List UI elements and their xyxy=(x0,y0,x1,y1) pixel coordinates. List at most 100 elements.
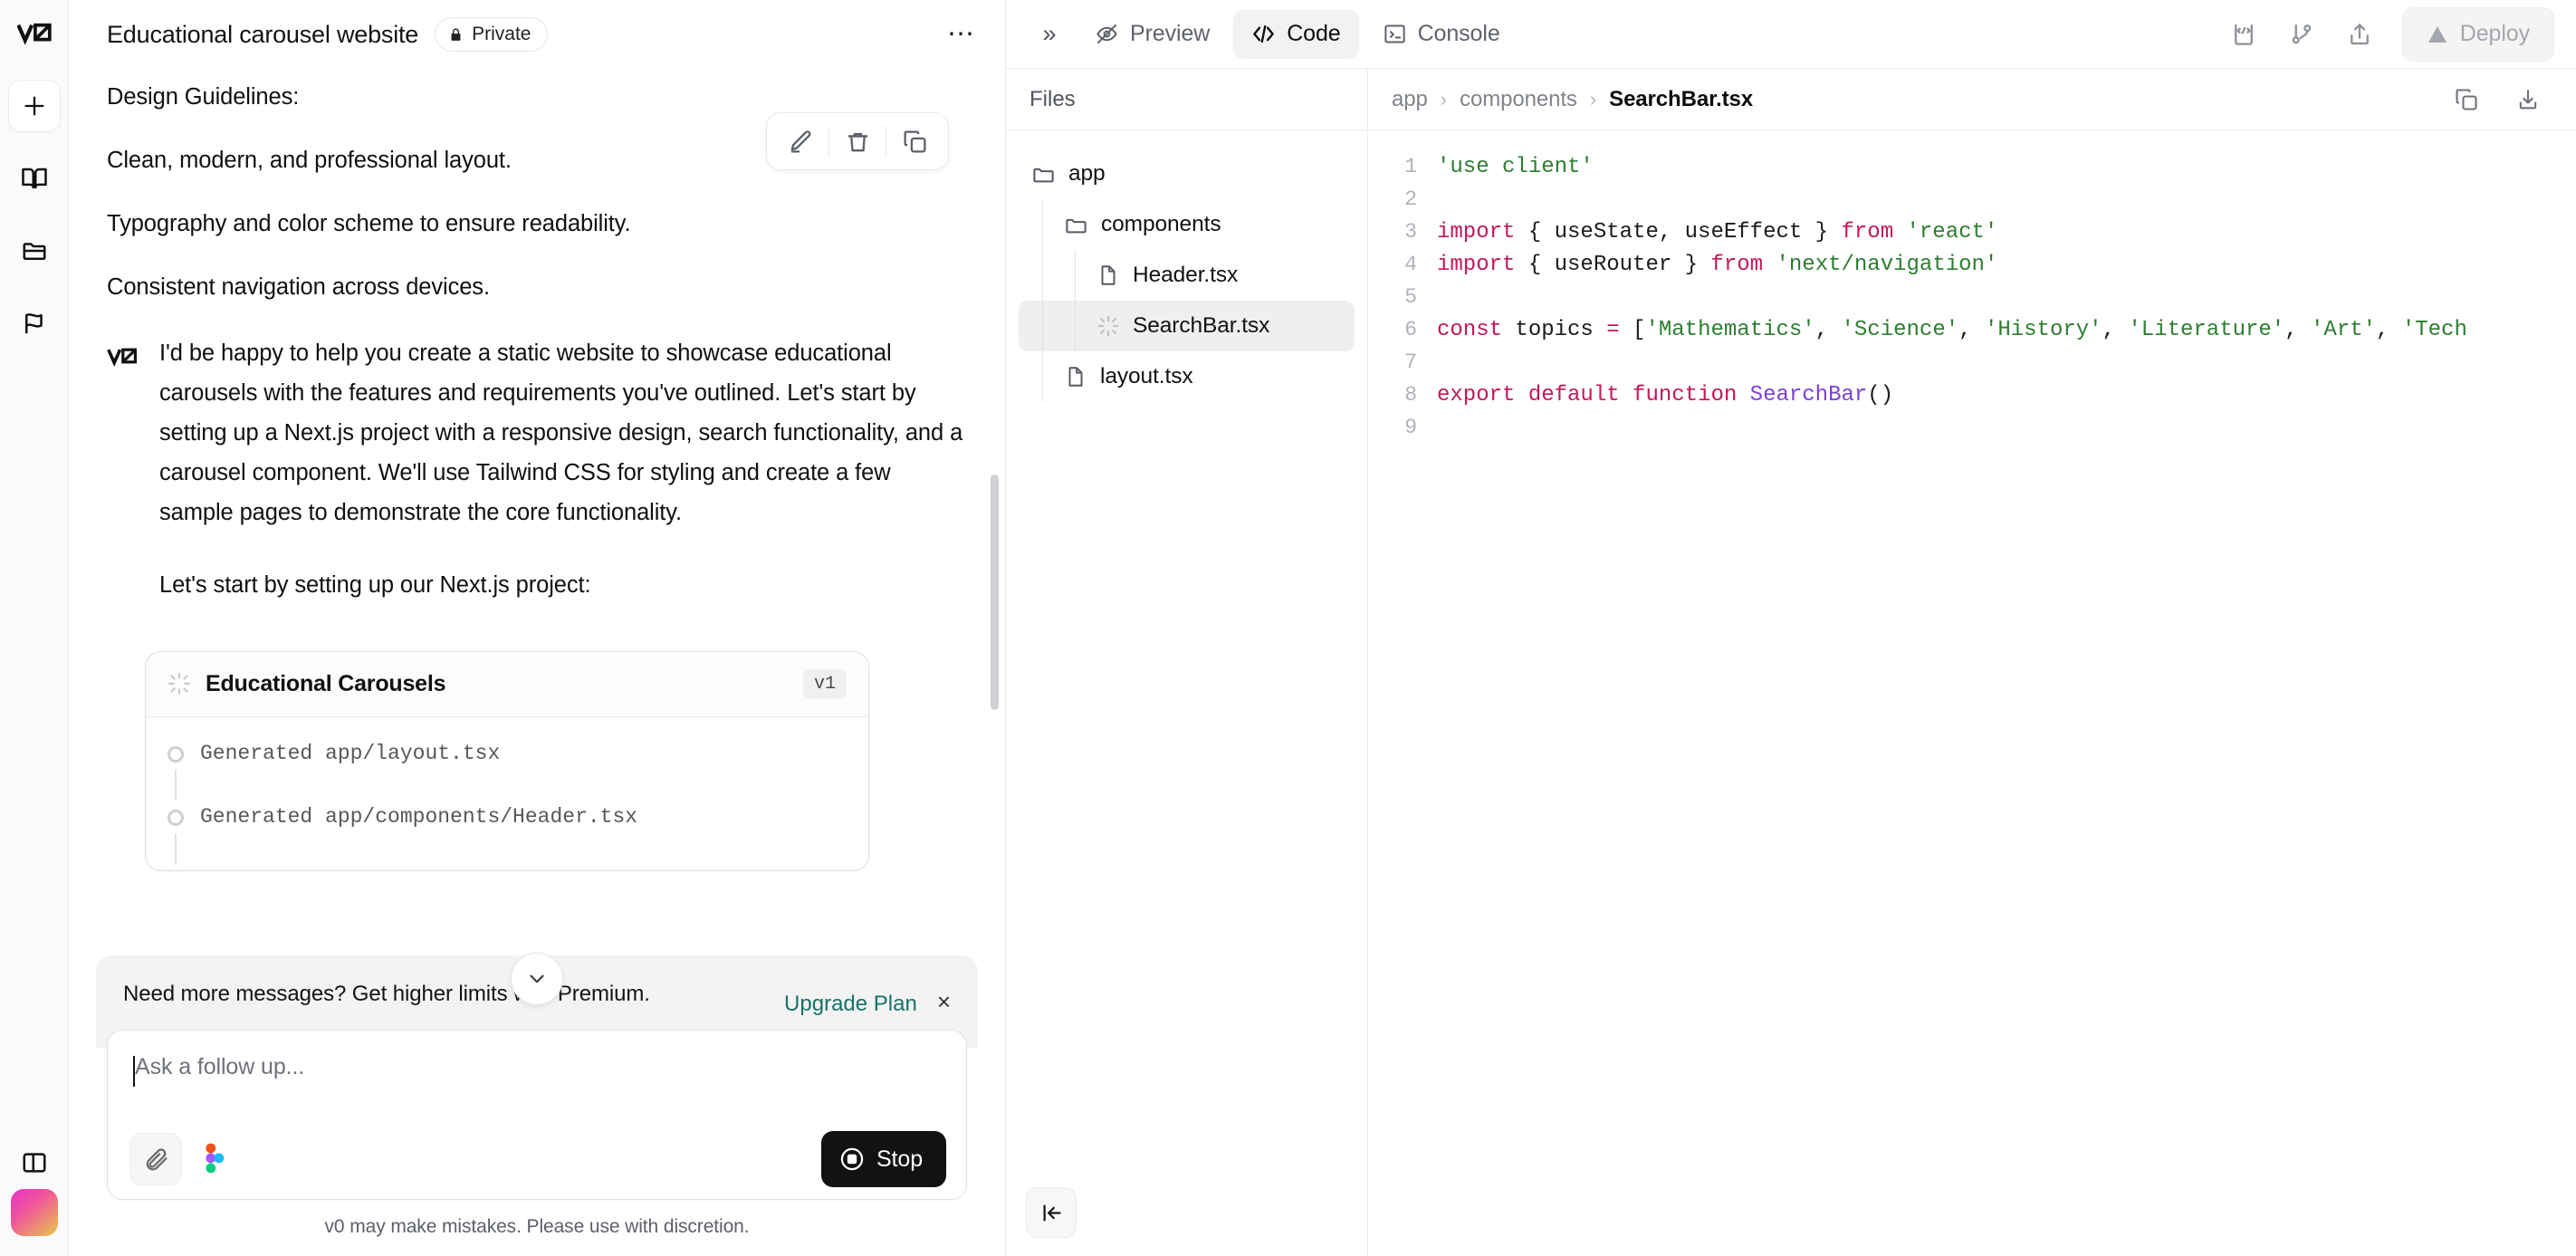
step-label: Generated app/layout.tsx xyxy=(200,741,501,765)
pencil-icon[interactable] xyxy=(772,113,828,169)
tree-file-header[interactable]: Header.tsx xyxy=(1019,250,1355,301)
deploy-button[interactable]: Deploy xyxy=(2401,6,2554,62)
folder-icon xyxy=(1066,218,1087,233)
code-token: { useRouter } xyxy=(1515,252,1711,277)
privacy-badge[interactable]: Private xyxy=(435,17,549,52)
upgrade-banner-text: Need more messages? Get higher limits wi… xyxy=(123,982,650,1006)
code-token: export default function xyxy=(1437,382,1738,407)
code-panel-header: » Preview Code Console Deploy xyxy=(1006,0,2576,69)
step-dot-icon xyxy=(168,745,184,762)
terminal-icon xyxy=(1384,24,1405,43)
download-icon[interactable] xyxy=(2504,75,2552,124)
projects-button[interactable] xyxy=(8,225,61,277)
chat-header: Educational carousel website Private ⋯ xyxy=(69,0,1005,69)
paperclip-icon[interactable] xyxy=(129,1133,182,1185)
git-branch-icon[interactable] xyxy=(2275,8,2328,61)
tree-label: components xyxy=(1101,212,1221,236)
code-line: 1 'use client' xyxy=(1368,150,2576,183)
tab-preview[interactable]: Preview xyxy=(1077,10,1228,59)
code-token: , xyxy=(1958,317,1985,342)
privacy-badge-label: Private xyxy=(472,24,531,44)
code-token: 'next/navigation' xyxy=(1776,252,1998,277)
left-rail xyxy=(0,0,69,1256)
copy-icon[interactable] xyxy=(2442,75,2491,124)
tab-console[interactable]: Console xyxy=(1365,10,1518,59)
code-line-text: import { useRouter } from 'next/navigati… xyxy=(1437,253,2576,277)
code-token: { useState, useEffect } xyxy=(1515,219,1842,244)
code-panel-body: Files app components Header.tsx SearchBa… xyxy=(1006,69,2576,1256)
version-card-steps: Generated app/layout.tsx Generated app/c… xyxy=(146,717,868,871)
code-line: 8 export default function SearchBar() xyxy=(1368,379,2576,411)
code-line: 9 xyxy=(1368,411,2576,444)
loading-spinner-icon xyxy=(1097,315,1119,337)
v0-avatar-icon xyxy=(107,334,145,638)
trash-icon[interactable] xyxy=(829,113,886,169)
breadcrumb-item-current: SearchBar.tsx xyxy=(1609,86,1753,111)
breadcrumb: app › components › SearchBar.tsx xyxy=(1368,69,2576,130)
composer: Ask a follow up... Stop xyxy=(107,1030,967,1200)
code-token: const xyxy=(1437,317,1503,342)
tree-label: layout.tsx xyxy=(1100,364,1193,388)
code-token: 'Literature' xyxy=(2128,317,2285,342)
tree-folder-app[interactable]: app xyxy=(1019,149,1355,199)
assistant-message: I'd be happy to help you create a static… xyxy=(107,334,967,638)
code-token: 'react' xyxy=(1906,219,1998,244)
tab-code-label: Code xyxy=(1287,21,1341,46)
step-connector xyxy=(175,770,177,801)
tab-preview-label: Preview xyxy=(1130,21,1211,46)
tree-file-searchbar[interactable]: SearchBar.tsx xyxy=(1019,301,1355,351)
code-line: 7 xyxy=(1368,346,2576,379)
v0-logo[interactable] xyxy=(0,0,69,69)
code-token: from xyxy=(1710,252,1764,277)
composer-footer: Stop xyxy=(108,1119,966,1199)
code-token: 'Science' xyxy=(1841,317,1959,342)
version-card[interactable]: Educational Carousels v1 Generated app/l… xyxy=(145,650,869,872)
more-horizontal-icon[interactable]: ⋯ xyxy=(942,14,982,54)
code-token: 'Tech xyxy=(2401,317,2467,342)
share-icon[interactable] xyxy=(2333,8,2386,61)
new-chat-button[interactable] xyxy=(7,80,61,132)
library-button[interactable] xyxy=(8,152,61,205)
breadcrumb-item[interactable]: components xyxy=(1460,87,1577,112)
figma-icon[interactable] xyxy=(191,1133,238,1185)
followup-input[interactable]: Ask a follow up... xyxy=(108,1031,966,1119)
app-root: Educational carousel website Private ⋯ D… xyxy=(0,0,2576,1256)
chevrons-right-icon[interactable]: » xyxy=(1028,13,1071,56)
collapse-left-icon[interactable] xyxy=(1026,1187,1077,1238)
code-token: from xyxy=(1841,219,1894,244)
breadcrumb-separator: › xyxy=(1589,87,1597,110)
code-token: , xyxy=(2376,317,2402,342)
message-hover-toolbar xyxy=(766,112,949,170)
chevron-down-icon xyxy=(530,974,544,983)
tab-code[interactable]: Code xyxy=(1233,9,1359,59)
user-avatar[interactable] xyxy=(10,1189,58,1236)
code-line: 6 const topics = ['Mathematics', 'Science… xyxy=(1368,313,2576,346)
tree-file-layout[interactable]: layout.tsx xyxy=(1019,351,1355,402)
close-icon[interactable]: × xyxy=(937,979,951,1013)
stop-circle-icon xyxy=(840,1147,864,1171)
chat-scrollbar-thumb[interactable] xyxy=(991,475,999,710)
code-line-text: export default function SearchBar() xyxy=(1437,383,2576,407)
feedback-button[interactable] xyxy=(8,297,61,350)
tree-folder-components[interactable]: components xyxy=(1019,199,1355,250)
folder-icon xyxy=(1033,168,1054,182)
code-token: 'use client' xyxy=(1437,154,1594,179)
code-token: [ xyxy=(1619,317,1646,342)
user-message-line: Consistent navigation across devices. xyxy=(107,273,490,300)
breadcrumb-separator: › xyxy=(1440,87,1448,110)
code-content[interactable]: 1 'use client' 2 3 import { useState, useEff… xyxy=(1368,130,2576,1256)
code-token: import xyxy=(1437,219,1516,244)
line-number: 7 xyxy=(1404,350,1417,374)
stop-button[interactable]: Stop xyxy=(820,1131,946,1187)
sidebar-toggle-button[interactable] xyxy=(8,1136,61,1189)
breadcrumb-item[interactable]: app xyxy=(1392,87,1428,112)
upgrade-plan-link[interactable]: Upgrade Plan xyxy=(784,979,917,1017)
version-badge: v1 xyxy=(802,668,847,699)
copy-icon[interactable] xyxy=(886,113,943,169)
code-block-icon[interactable] xyxy=(2217,8,2270,61)
assistant-paragraph: I'd be happy to help you create a static… xyxy=(159,340,963,525)
scroll-to-bottom-button[interactable] xyxy=(511,953,563,1005)
user-message-line: Typography and color scheme to ensure re… xyxy=(107,210,631,236)
